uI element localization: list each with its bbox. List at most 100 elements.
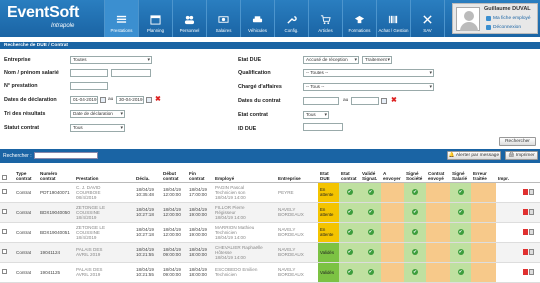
status-check-cell[interactable]: ✔	[404, 262, 426, 283]
nav-item-articles[interactable]: Articles	[308, 0, 342, 37]
status-check-cell[interactable]	[381, 202, 404, 223]
nav-item-config[interactable]: Config.	[274, 0, 308, 37]
print-actions-cell[interactable]	[496, 262, 540, 283]
status-check-cell[interactable]: ✔	[360, 242, 381, 263]
status-check-cell[interactable]	[381, 242, 404, 263]
etat-contrat-select[interactable]: Tous	[303, 111, 329, 119]
column-header[interactable]: Etat contrat	[339, 166, 360, 183]
column-header[interactable]: Entreprise	[276, 166, 318, 183]
nav-item-sav[interactable]: SAV	[410, 0, 444, 37]
prenom-input[interactable]	[111, 69, 151, 77]
column-header[interactable]: Numéro contrat	[38, 166, 74, 183]
tri-select[interactable]: Date de déclaration	[70, 110, 125, 118]
nav-item-formations[interactable]: Formations	[342, 0, 376, 37]
column-header[interactable]: Type contrat	[14, 166, 38, 183]
status-check-cell[interactable]	[381, 182, 404, 203]
select-all-checkbox-cell[interactable]	[0, 166, 14, 183]
column-header[interactable]: Signé Salarié	[450, 166, 471, 183]
date-to-input[interactable]: 30-04-2019	[116, 96, 144, 104]
status-check-cell[interactable]: ✔	[450, 222, 471, 243]
row-checkbox[interactable]	[2, 269, 7, 274]
table-row[interactable]: Contrat 19041125 PALAIS DES AVRIL 2019 18/0…	[0, 262, 540, 283]
numero-cell[interactable]: 19041124	[38, 242, 74, 263]
nav-item-prestations[interactable]: Prestations	[104, 0, 138, 37]
status-check-cell[interactable]	[426, 262, 450, 283]
print-actions-cell[interactable]	[496, 242, 540, 263]
column-header[interactable]: Signé Société	[404, 166, 426, 183]
column-header[interactable]: Début contrat	[161, 166, 187, 183]
column-header[interactable]: Décla.	[134, 166, 161, 183]
numero-cell[interactable]: 19041125	[38, 262, 74, 283]
my-profile-link[interactable]: Ma fiche employé	[486, 16, 531, 21]
calendar-icon[interactable]	[100, 97, 106, 103]
numero-cell[interactable]: BDX19040050	[38, 202, 74, 223]
column-header[interactable]: Impr.	[496, 166, 540, 183]
select-all-checkbox[interactable]	[2, 174, 7, 180]
status-check-cell[interactable]: ✔	[404, 222, 426, 243]
row-checkbox-cell[interactable]	[0, 222, 14, 243]
row-checkbox[interactable]	[2, 249, 7, 254]
column-header[interactable]: Contrat envoyé	[426, 166, 450, 183]
column-header[interactable]: Erreur traitée	[471, 166, 496, 183]
status-check-cell[interactable]: ✔	[450, 262, 471, 283]
nav-item-salaires[interactable]: Salaires	[206, 0, 240, 37]
status-check-cell[interactable]: ✔	[339, 262, 360, 283]
status-check-cell[interactable]: ✔	[360, 202, 381, 223]
print-actions-cell[interactable]	[496, 222, 540, 243]
numero-cell[interactable]: BDX19040051	[38, 222, 74, 243]
clear-icon[interactable]: ✖	[155, 96, 161, 103]
row-checkbox-cell[interactable]	[0, 242, 14, 263]
status-check-cell[interactable]: ✔	[450, 182, 471, 203]
nav-item-achat-gestion[interactable]: Achat / Gestion	[376, 0, 410, 37]
status-check-cell[interactable]: ✔	[404, 202, 426, 223]
column-header[interactable]: Employé	[213, 166, 276, 183]
logout-link[interactable]: Déconnexion	[485, 25, 521, 30]
column-header[interactable]: Prestation	[74, 166, 134, 183]
numero-input[interactable]	[70, 82, 108, 90]
etat-due-select[interactable]: Accusé de réception	[303, 56, 359, 64]
traitement-select[interactable]: Traitement	[362, 56, 392, 64]
app-logo[interactable]: EventSoft Intrapole	[7, 4, 79, 29]
column-header[interactable]: Etat DUE	[318, 166, 339, 183]
document-icon[interactable]	[528, 208, 534, 215]
document-icon[interactable]	[528, 248, 534, 255]
clear-icon[interactable]: ✖	[391, 97, 397, 104]
row-checkbox-cell[interactable]	[0, 202, 14, 223]
nav-item-planning[interactable]: Planning	[138, 0, 172, 37]
status-check-cell[interactable]	[426, 222, 450, 243]
table-row[interactable]: Contrat BDX19040051 ZETONGE LE COUSSINE 18…	[0, 222, 540, 243]
column-header[interactable]: Validé Signat.	[360, 166, 381, 183]
row-checkbox-cell[interactable]	[0, 262, 14, 283]
numero-cell[interactable]: PDT19040071	[38, 182, 74, 203]
print-button[interactable]: 🖨 Imprimer	[505, 151, 538, 160]
column-header[interactable]: Fin contrat	[187, 166, 213, 183]
search-button[interactable]: Rechercher	[499, 137, 536, 146]
id-due-input[interactable]	[303, 123, 343, 131]
status-check-cell[interactable]	[426, 202, 450, 223]
pdf-icon[interactable]	[522, 208, 528, 215]
nom-input[interactable]	[70, 69, 108, 77]
table-row[interactable]: Contrat PDT19040071 C. J. DAVID COURBOIE 0…	[0, 182, 540, 203]
status-check-cell[interactable]: ✔	[339, 202, 360, 223]
charge-affaires-select[interactable]: -- Tous --	[303, 83, 434, 91]
contrat-date-from-input[interactable]	[303, 97, 339, 105]
row-checkbox[interactable]	[2, 209, 7, 214]
pdf-icon[interactable]	[522, 248, 528, 255]
status-check-cell[interactable]: ✔	[450, 202, 471, 223]
qualification-select[interactable]: -- Toutes --	[303, 69, 434, 77]
status-check-cell[interactable]: ✔	[360, 222, 381, 243]
entreprise-select[interactable]: Toutes	[70, 56, 152, 64]
column-header[interactable]: A envoyer	[381, 166, 404, 183]
calendar-icon[interactable]	[146, 97, 152, 103]
status-check-cell[interactable]: ✔	[360, 182, 381, 203]
nav-item-v-hicules[interactable]: Véhicules	[240, 0, 274, 37]
status-check-cell[interactable]	[381, 222, 404, 243]
print-actions-cell[interactable]	[496, 182, 540, 203]
status-check-cell[interactable]: ✔	[404, 242, 426, 263]
row-checkbox-cell[interactable]	[0, 182, 14, 203]
status-check-cell[interactable]: ✔	[360, 262, 381, 283]
table-row[interactable]: Contrat 19041124 PALAIS DES AVRIL 2019 18/0…	[0, 242, 540, 263]
table-row[interactable]: Contrat BDX19040050 ZETONGE LE COUSSINE 18…	[0, 202, 540, 223]
document-icon[interactable]	[528, 228, 534, 235]
status-check-cell[interactable]: ✔	[339, 242, 360, 263]
